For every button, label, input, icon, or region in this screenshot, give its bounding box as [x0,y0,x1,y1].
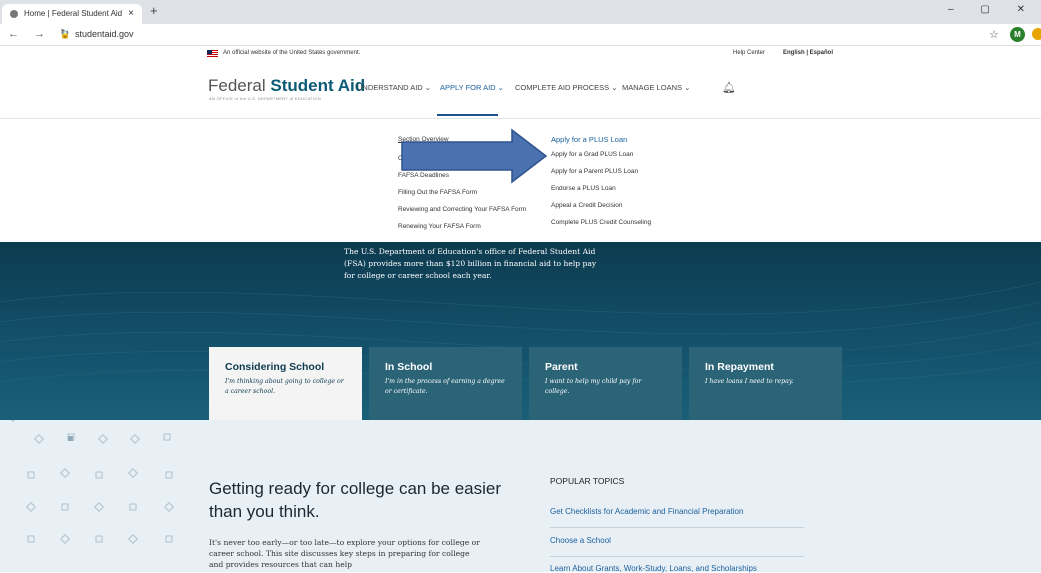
logo-subtitle: AN OFFICE of the U.S. DEPARTMENT of EDUC… [209,96,321,101]
annotation-arrow-icon [401,128,548,184]
language-toggle[interactable]: English | Español [783,50,833,56]
gov-banner [0,46,1041,62]
card-title: In School [385,361,433,373]
popular-topic-link[interactable]: Get Checklists for Academic and Financia… [550,507,743,516]
card-title: Considering School [225,361,325,373]
menu-plus-counseling[interactable]: Complete PLUS Credit Counseling [551,219,651,226]
browser-tab-bar: Home | Federal Student Aid × + – ▢ ✕ [0,0,1041,24]
card-description: I'm in the process of earning a degree o… [385,378,505,395]
favicon-icon [10,10,18,18]
card-in-repayment[interactable]: In Repayment I have loans I need to repa… [689,347,842,420]
menu-renewing-fafsa[interactable]: Renewing Your FAFSA Form [398,223,481,230]
card-considering-school[interactable]: Considering School I'm thinking about go… [209,347,362,420]
window-controls[interactable]: – ▢ ✕ [948,4,1037,15]
nav-understand-aid[interactable]: UNDERSTAND AID ⌄ [357,83,431,92]
nav-apply-for-aid[interactable]: APPLY FOR AID ⌄ [440,83,504,92]
extension-icon[interactable] [1032,28,1041,40]
logo-text-light: Federal [208,76,271,95]
lock-icon: 🔒 [60,30,70,39]
menu-endorse-plus[interactable]: Endorse a PLUS Loan [551,185,616,192]
card-description: I want to help my child pay for college. [545,378,642,395]
menu-appeal-credit[interactable]: Appeal a Credit Decision [551,202,623,209]
card-parent[interactable]: Parent I want to help my child pay for c… [529,347,682,420]
notification-bell-icon[interactable]: 🔔︎ [722,81,736,94]
divider [550,556,804,557]
nav-complete-aid-process[interactable]: COMPLETE AID PROCESS ⌄ [515,83,618,92]
tab-title: Home | Federal Student Aid [24,9,123,18]
help-center-link[interactable]: Help Center [733,50,765,56]
main-heading: Getting ready for college can be easier … [209,479,502,521]
address-bar: ← → ↻ 🔒 studentaid.gov ☆ M [0,24,1041,46]
card-title: In Repayment [705,361,774,373]
card-description: I'm thinking about going to college or a… [225,378,344,395]
divider [550,527,804,528]
popular-topic-link[interactable]: Choose a School [550,536,611,545]
browser-tab[interactable]: Home | Federal Student Aid × [2,4,142,24]
new-tab-button[interactable]: + [150,3,158,18]
menu-parent-plus[interactable]: Apply for a Parent PLUS Loan [551,168,638,175]
menu-apply-plus-loan[interactable]: Apply for a PLUS Loan [551,135,627,144]
active-nav-indicator [437,114,498,116]
us-flag-icon [207,50,218,57]
popular-topics-heading: POPULAR TOPICS [550,476,625,486]
hero-description: The U.S. Department of Education's offic… [344,247,597,280]
fsa-logo[interactable]: Federal Student Aid [208,76,365,96]
logo-text-bold: Student Aid [270,76,366,95]
header-divider [0,118,1041,119]
profile-avatar[interactable]: M [1010,27,1025,42]
bookmark-star-icon[interactable]: ☆ [989,28,999,41]
main-content-section [0,420,1041,572]
main-intro-text: It's never too early—or too late—to expl… [209,538,480,569]
menu-grad-plus[interactable]: Apply for a Grad PLUS Loan [551,151,633,158]
close-tab-icon[interactable]: × [128,4,134,24]
nav-manage-loans[interactable]: MANAGE LOANS ⌄ [622,83,690,92]
menu-reviewing-fafsa[interactable]: Reviewing and Correcting Your FAFSA Form [398,206,526,213]
menu-filling-out-fafsa[interactable]: Filling Out the FAFSA Form [398,189,477,196]
official-site-text: An official website of the United States… [223,50,361,56]
card-description: I have loans I need to repay. [705,378,794,385]
url-field[interactable]: 🔒 studentaid.gov [60,29,134,39]
url-text: studentaid.gov [74,29,134,39]
card-in-school[interactable]: In School I'm in the process of earning … [369,347,522,420]
decorative-diamond-pattern [7,420,175,545]
card-title: Parent [545,361,578,373]
